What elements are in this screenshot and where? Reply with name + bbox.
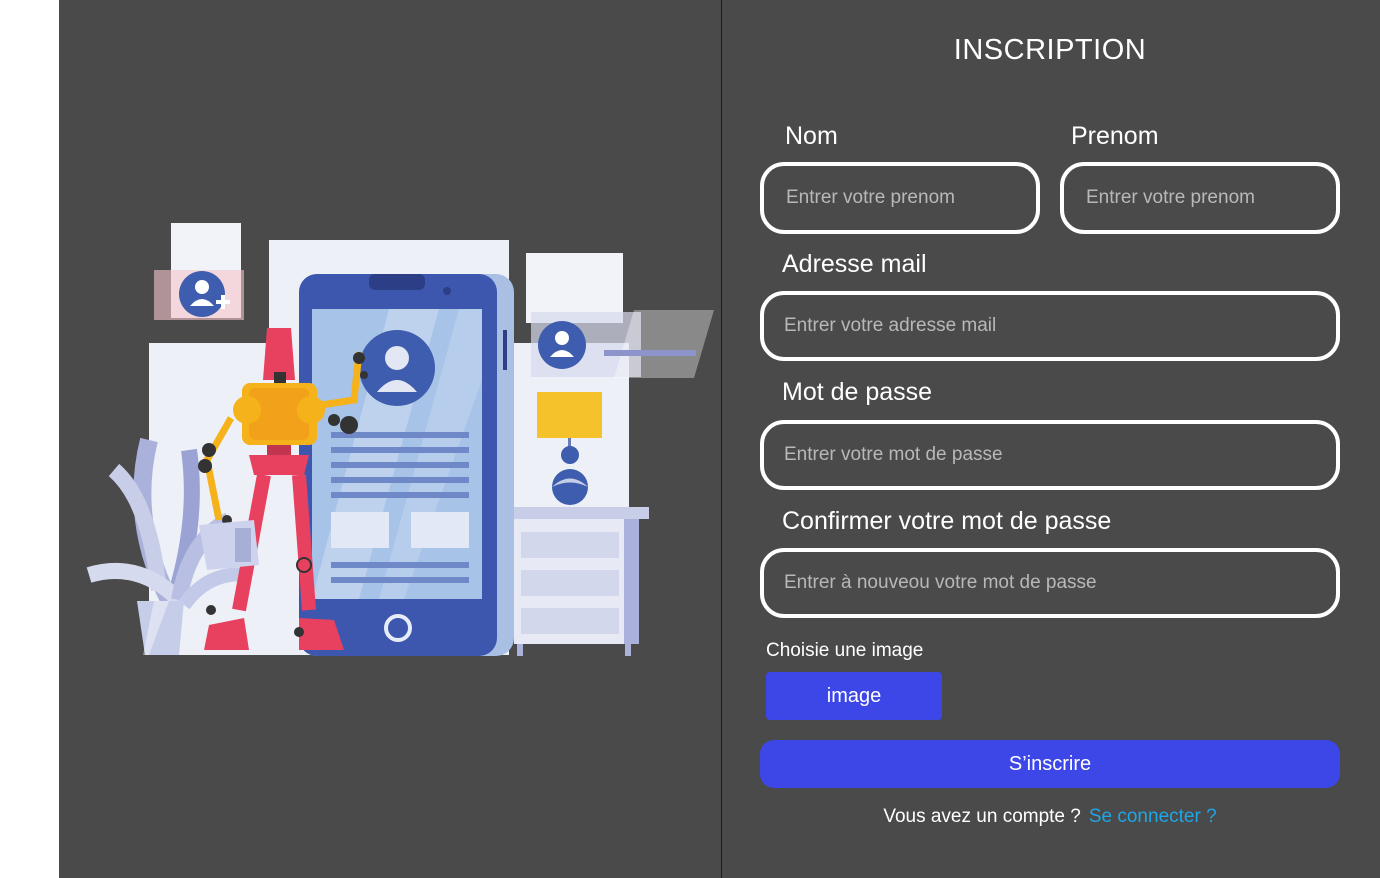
- confirm-password-label: Confirmer votre mot de passe: [782, 507, 1112, 535]
- signup-button[interactable]: S’inscrire: [760, 740, 1340, 788]
- page-title: INSCRIPTION: [953, 34, 1147, 66]
- lamp-icon: [537, 392, 602, 438]
- image-label: Choisie une image: [766, 640, 924, 661]
- login-link[interactable]: Se connecter ?: [1089, 806, 1217, 827]
- robot-phone-illustration: [86, 223, 714, 656]
- prenom-label: Prenom: [1071, 122, 1159, 150]
- password-label: Mot de passe: [782, 378, 933, 406]
- signup-illustration: [59, 0, 721, 878]
- nom-input[interactable]: [760, 162, 1040, 234]
- password-input[interactable]: [760, 420, 1340, 490]
- login-prompt: Vous avez un compte ? Se connecter ?: [722, 806, 1378, 828]
- choose-image-button[interactable]: image: [766, 672, 942, 720]
- email-label: Adresse mail: [782, 250, 927, 278]
- prenom-input[interactable]: [1060, 162, 1340, 234]
- dresser-icon: [504, 507, 649, 519]
- nom-label: Nom: [785, 122, 838, 150]
- footer-text: Vous avez un compte ?: [883, 806, 1081, 827]
- email-input[interactable]: [760, 291, 1340, 361]
- signup-form: INSCRIPTION Nom Prenom Adresse mail Mot …: [722, 0, 1380, 878]
- app-background: INSCRIPTION Nom Prenom Adresse mail Mot …: [59, 0, 1380, 878]
- confirm-password-input[interactable]: [760, 548, 1340, 618]
